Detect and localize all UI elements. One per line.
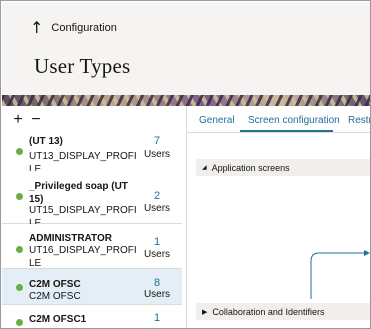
- screen-flow-diagram: [310, 250, 370, 299]
- active-tab-indicator: [240, 130, 333, 132]
- section-label: Collaboration and Identifiers: [212, 306, 325, 317]
- user-count[interactable]: 2: [142, 190, 172, 202]
- tab-restrictions[interactable]: Restri: [348, 115, 370, 126]
- user-type-profile: UT16_DISPLAY_PROFILE: [29, 245, 137, 269]
- screen-configuration-panel: ◢ Application screens ▶ Collaboration an…: [187, 134, 370, 328]
- status-active-icon: [16, 284, 23, 291]
- flow-connector: [310, 252, 364, 299]
- user-count-unit: Users: [143, 289, 171, 300]
- user-count[interactable]: 7: [142, 135, 172, 147]
- status-active-icon: [16, 193, 23, 200]
- list-toolbar: + −: [2, 106, 186, 133]
- page-title: User Types: [34, 54, 131, 78]
- tab-general[interactable]: General: [199, 115, 235, 126]
- user-type-name: _Privileged soap (UT 15): [29, 181, 128, 205]
- user-count-unit: Users: [143, 149, 171, 160]
- decorative-banner: [2, 95, 370, 106]
- list-item[interactable]: _Privileged soap (UT 15) UT15_DISPLAY_PR…: [2, 171, 182, 229]
- tab-bar: General Screen configuration Restri: [187, 106, 370, 133]
- section-collaboration-identifiers[interactable]: ▶ Collaboration and Identifiers: [196, 303, 370, 320]
- list-item[interactable]: C2M OFSC1 1: [2, 305, 182, 328]
- user-type-profile: C2M OFSC: [29, 291, 81, 302]
- list-item-selected[interactable]: C2M OFSC C2M OFSC 8 Users: [2, 269, 182, 305]
- user-count[interactable]: 1: [142, 236, 172, 248]
- user-type-name: C2M OFSC1: [29, 314, 87, 325]
- back-link[interactable]: ↑ Configuration: [30, 20, 117, 36]
- user-count[interactable]: 8: [142, 277, 172, 289]
- section-label: Application screens: [211, 162, 290, 173]
- section-application-screens[interactable]: ◢ Application screens: [196, 159, 370, 176]
- add-button[interactable]: +: [11, 111, 25, 128]
- user-type-name: (UT 13): [29, 136, 63, 147]
- remove-button[interactable]: −: [29, 111, 43, 128]
- triangle-down-icon[interactable]: ◢: [202, 164, 207, 171]
- back-link-label[interactable]: Configuration: [51, 22, 116, 34]
- triangle-right-icon[interactable]: ▶: [202, 308, 207, 316]
- tab-screen-configuration[interactable]: Screen configuration: [248, 115, 340, 126]
- user-count-unit: Users: [143, 249, 171, 260]
- status-active-icon: [16, 319, 23, 326]
- status-active-icon: [16, 148, 23, 155]
- page-header: ↑ Configuration User Types: [2, 2, 370, 95]
- screen-flow-canvas: [196, 177, 370, 300]
- status-active-icon: [16, 246, 23, 253]
- flow-arrowhead: [364, 250, 370, 256]
- user-count-unit: Users: [143, 203, 171, 214]
- app-window: ↑ Configuration User Types + − (UT 13) U…: [0, 0, 371, 329]
- list-item[interactable]: ADMINISTRATOR UT16_DISPLAY_PROFILE 1 Use…: [2, 224, 182, 269]
- user-type-list: (UT 13) UT13_DISPLAY_PROFILE 7 Users _Pr…: [2, 133, 186, 328]
- user-count[interactable]: 1: [142, 312, 172, 324]
- arrow-up-icon[interactable]: ↑: [30, 20, 43, 36]
